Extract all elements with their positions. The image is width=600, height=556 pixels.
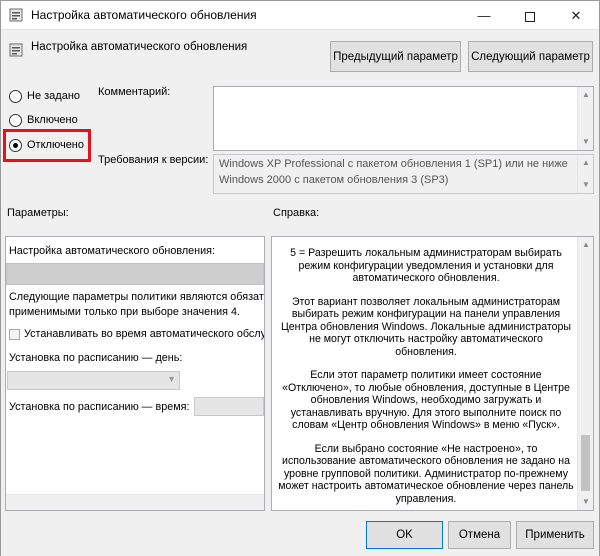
install-during-maintenance-checkbox[interactable] [9, 328, 20, 340]
scroll-up-arrow-icon[interactable]: ▲ [578, 155, 594, 171]
policy-settings-icon [9, 8, 23, 22]
options-horizontal-scrollbar[interactable] [6, 494, 264, 510]
requirements-line-1: Windows XP Professional с пакетом обновл… [219, 158, 568, 170]
help-paragraph: 5 = Разрешить локальным администраторам … [290, 247, 562, 284]
maximize-icon [525, 11, 535, 22]
options-pane: Настройка автоматического обновления: Сл… [5, 236, 265, 511]
radio-not-configured[interactable]: Не задано [9, 88, 80, 104]
scroll-up-arrow-icon[interactable]: ▲ [578, 237, 593, 253]
scroll-down-arrow-icon[interactable]: ▼ [578, 494, 593, 510]
cancel-button[interactable]: Отмена [448, 521, 511, 549]
radio-enabled[interactable]: Включено [9, 112, 78, 128]
configure-update-combobox[interactable] [6, 263, 264, 285]
minimize-icon: — [477, 8, 491, 23]
configure-update-label: Настройка автоматического обновления: [9, 245, 216, 257]
help-pane: 5 = Разрешить локальным администраторам … [271, 236, 594, 511]
ok-button[interactable]: OK [366, 521, 443, 549]
comment-textarea[interactable]: ▲ ▼ [213, 86, 594, 151]
radio-not-configured-label: Не задано [27, 90, 81, 102]
scroll-down-arrow-icon[interactable]: ▼ [578, 177, 594, 193]
policy-dialog-window: Настройка автоматического обновления — ✕… [0, 0, 600, 556]
schedule-day-label: Установка по расписанию — день: [9, 352, 183, 364]
requirements-box: Windows XP Professional с пакетом обновл… [213, 154, 594, 194]
policy-icon [9, 43, 23, 57]
maximize-button[interactable] [507, 1, 553, 30]
help-section-label: Справка: [273, 207, 320, 219]
close-button[interactable]: ✕ [553, 1, 599, 30]
window-title: Настройка автоматического обновления [31, 8, 257, 22]
help-paragraph: Если выбрано состояние «Не настроено», т… [278, 442, 574, 505]
schedule-time-combobox[interactable] [194, 397, 264, 416]
requirements-line-2: Windows 2000 с пакетом обновления 3 (SP3… [219, 174, 449, 186]
options-note-line-2: применимыми только при выборе значения 4… [9, 306, 241, 318]
help-paragraph: Этот вариант позволяет локальным админис… [280, 295, 572, 358]
scroll-down-arrow-icon[interactable]: ▼ [578, 134, 594, 150]
install-during-maintenance-label: Устанавливать во время автоматического о… [24, 328, 265, 340]
close-icon: ✕ [570, 8, 582, 23]
options-section-label: Параметры: [7, 207, 69, 219]
radio-enabled-label: Включено [27, 114, 78, 126]
radio-not-configured-circle[interactable] [9, 89, 22, 103]
comment-label: Комментарий: [98, 86, 171, 98]
requirements-label: Требования к версии: [98, 154, 209, 166]
help-scrollbar[interactable]: ▲ ▼ [577, 237, 593, 510]
minimize-button[interactable]: — [461, 1, 507, 30]
scroll-up-arrow-icon[interactable]: ▲ [578, 87, 594, 103]
help-scroll-thumb[interactable] [581, 435, 590, 491]
options-note-line-1: Следующие параметры политики являются об… [9, 291, 265, 303]
apply-button[interactable]: Применить [516, 521, 594, 549]
radio-enabled-circle[interactable] [9, 113, 22, 127]
requirements-scrollbar[interactable]: ▲ ▼ [577, 155, 593, 193]
help-paragraph: Если этот параметр политики имеет состоя… [282, 369, 570, 431]
title-bar[interactable]: Настройка автоматического обновления — ✕ [1, 1, 599, 30]
schedule-time-label: Установка по расписанию — время: [9, 401, 190, 413]
comment-scrollbar[interactable]: ▲ ▼ [577, 87, 593, 150]
chevron-down-icon[interactable]: ▼ [167, 374, 176, 384]
help-text: 5 = Разрешить локальным администраторам … [278, 247, 574, 510]
policy-name: Настройка автоматического обновления [31, 41, 248, 53]
dialog-content: Настройка автоматического обновления Пре… [1, 31, 599, 556]
schedule-day-combobox[interactable]: ▼ [7, 371, 180, 390]
previous-setting-button[interactable]: Предыдущий параметр [330, 41, 461, 72]
next-setting-button[interactable]: Следующий параметр [468, 41, 593, 72]
install-during-maintenance-option[interactable]: Устанавливать во время автоматического о… [9, 328, 265, 340]
highlight-frame [3, 129, 91, 162]
